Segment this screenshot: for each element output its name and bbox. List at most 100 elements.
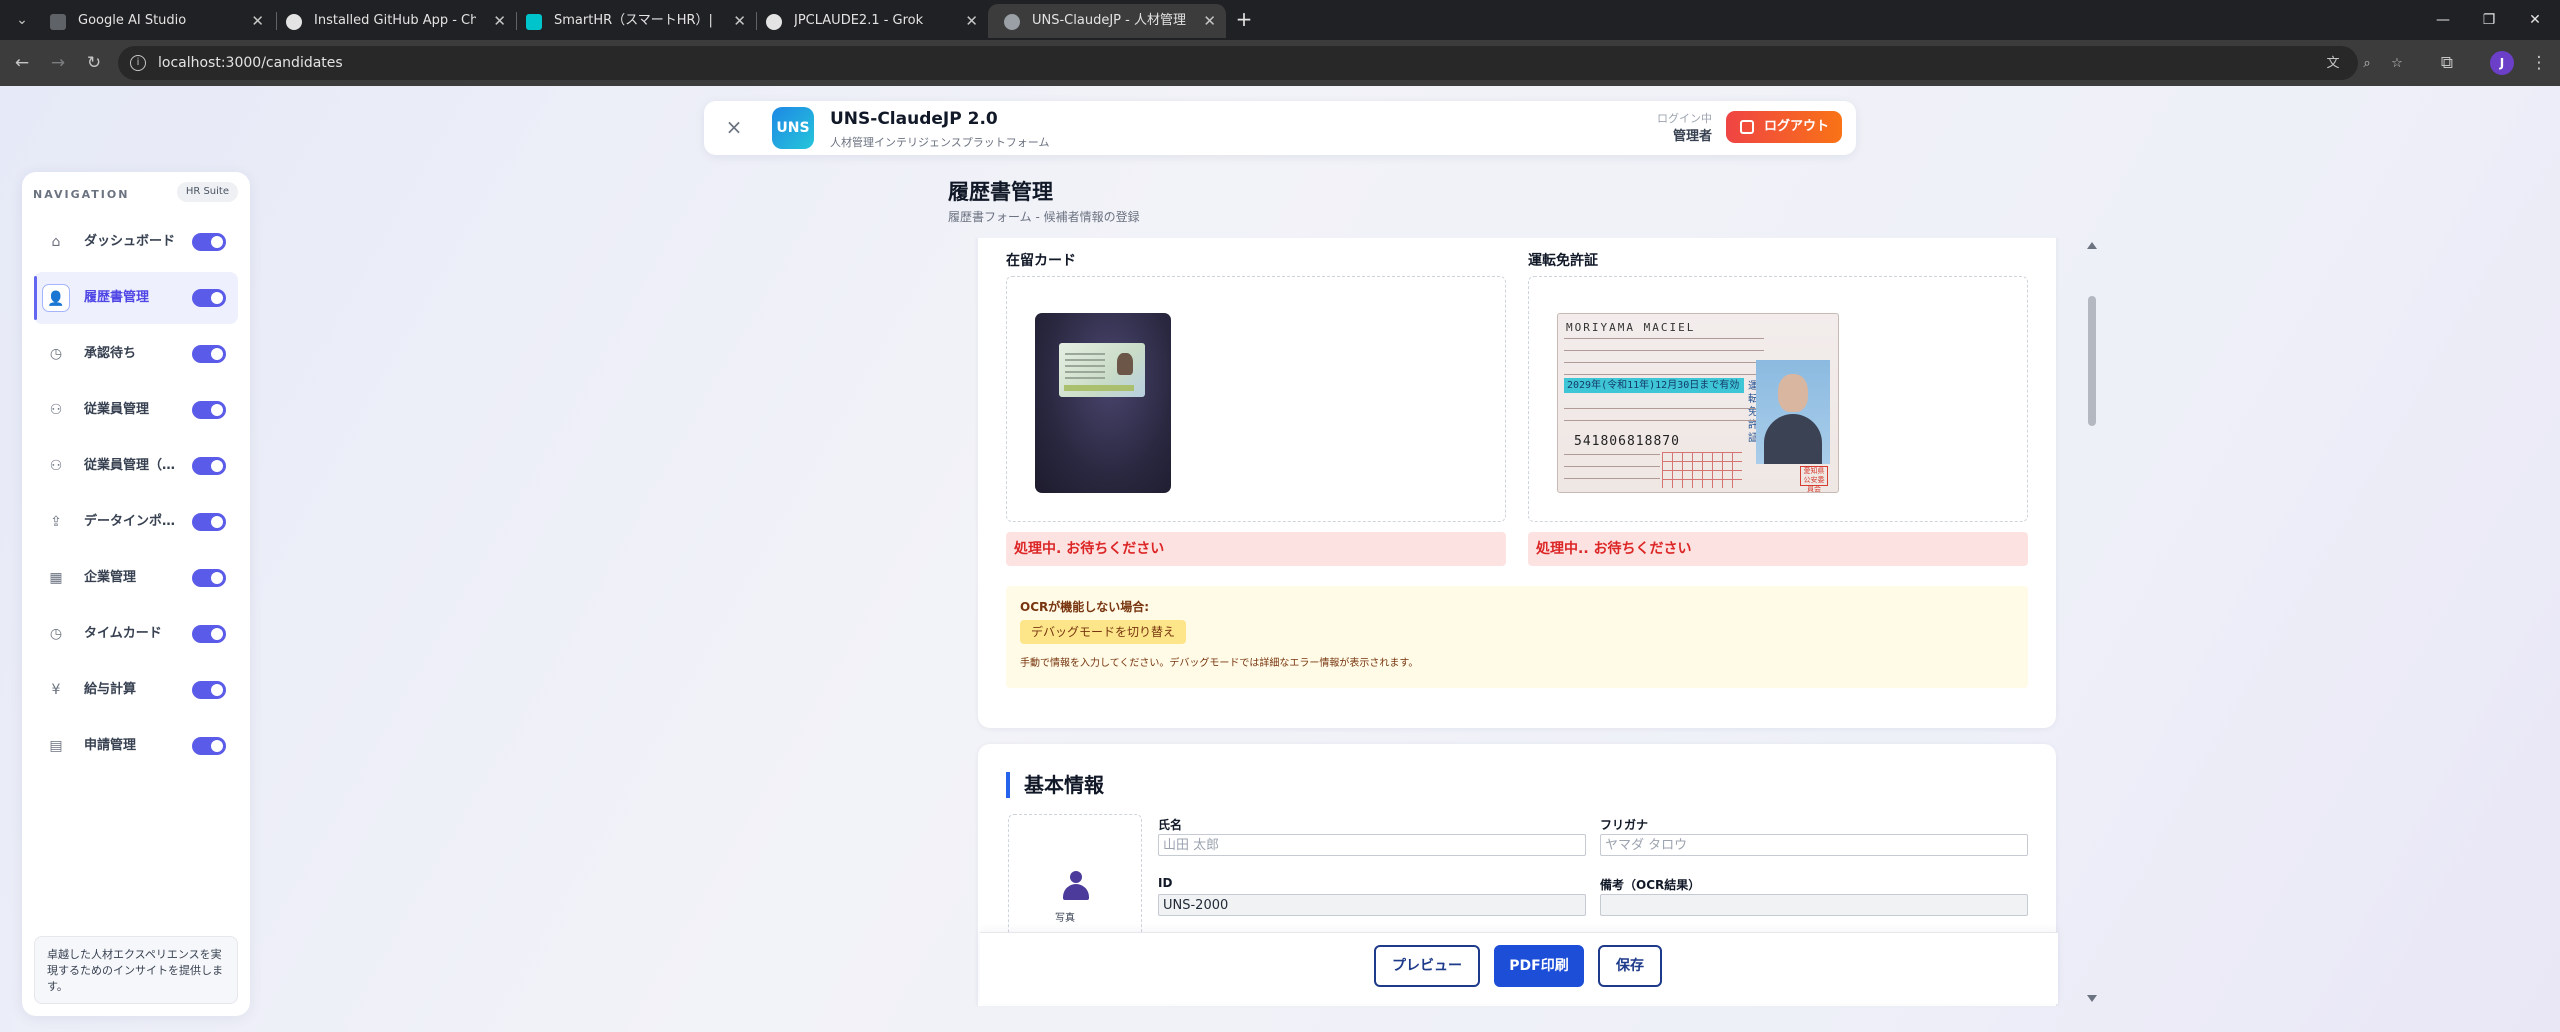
scrollbar-thumb[interactable] bbox=[2088, 296, 2096, 426]
sidebar-item-label: 企業管理 bbox=[84, 570, 137, 585]
close-tab-icon[interactable]: ✕ bbox=[733, 4, 746, 38]
new-tab-plus-icon[interactable]: + bbox=[1232, 8, 1256, 32]
grok-favicon-icon bbox=[766, 14, 782, 30]
sidebar-toggle[interactable] bbox=[192, 513, 226, 531]
sidebar-item-requests[interactable]: ▤ 申請管理 bbox=[34, 720, 238, 772]
sidebar: NAVIGATION HR Suite ⌂ ダッシュボード 👤 履歴書管理 ◷ … bbox=[22, 172, 250, 1016]
remarks-field[interactable] bbox=[1600, 894, 2028, 916]
zairyu-card-image bbox=[1035, 313, 1171, 493]
license-stamp: 愛知県公安委員会 bbox=[1800, 466, 1828, 492]
license-name-text: MORIYAMA MACIEL bbox=[1566, 321, 1696, 334]
zairyu-processing-status: 処理中. お待ちください bbox=[1006, 532, 1506, 566]
extensions-puzzle-icon[interactable]: ⧉ bbox=[2436, 52, 2458, 74]
sidebar-toggle[interactable] bbox=[192, 457, 226, 475]
current-user: 管理者 bbox=[1672, 129, 1712, 144]
tab-title: Installed GitHub App - ChatGPT bbox=[314, 13, 476, 28]
user-plus-icon: 👤 bbox=[42, 284, 70, 312]
address-bar[interactable]: i localhost:3000/candidates 文 ⌕ ☆ bbox=[118, 46, 2403, 80]
sidebar-item-resumes[interactable]: 👤 履歴書管理 bbox=[34, 272, 238, 324]
minimize-window-icon[interactable]: — bbox=[2420, 0, 2466, 40]
browser-tab[interactable]: Google AI Studio ✕ bbox=[34, 4, 274, 38]
sidebar-toggle[interactable] bbox=[192, 345, 226, 363]
close-tab-icon[interactable]: ✕ bbox=[493, 4, 506, 38]
sidebar-item-timecard[interactable]: ◷ タイムカード bbox=[34, 608, 238, 660]
license-label: 運転免許証 bbox=[1528, 253, 1598, 269]
logout-button[interactable]: ログアウト bbox=[1726, 111, 1842, 143]
form-scroll-area[interactable]: 在留カード 運転免許証 MORIYAMA MACIEL 2029年(令和11年)… bbox=[948, 238, 2060, 1006]
sidebar-toggle[interactable] bbox=[192, 233, 226, 251]
sidebar-item-employees[interactable]: ⚇ 従業員管理 bbox=[34, 384, 238, 436]
browser-menu-icon[interactable]: ⋮ bbox=[2528, 52, 2550, 74]
document-icon: ▤ bbox=[49, 738, 63, 754]
logout-label: ログアウト bbox=[1764, 119, 1830, 134]
sidebar-item-payroll[interactable]: ¥ 給与計算 bbox=[34, 664, 238, 716]
id-field[interactable] bbox=[1158, 894, 1586, 916]
preview-button[interactable]: プレビュー bbox=[1374, 945, 1480, 987]
sidebar-item-pending-approval[interactable]: ◷ 承認待ち bbox=[34, 328, 238, 380]
clock-icon: ◷ bbox=[49, 346, 63, 362]
tab-title: Google AI Studio bbox=[78, 13, 187, 28]
sidebar-item-data-import[interactable]: ⇪ データインポート bbox=[34, 496, 238, 548]
ocr-notice-title: OCRが機能しない場合: bbox=[1020, 600, 1150, 614]
furigana-input[interactable] bbox=[1600, 834, 2028, 856]
bookmark-star-icon[interactable]: ☆ bbox=[2388, 55, 2406, 73]
browser-tab[interactable]: SmartHR（スマートHR）| シェアNo.1 ✕ bbox=[510, 4, 756, 38]
sidebar-item-label: 給与計算 bbox=[84, 682, 137, 697]
license-expiry-text: 2029年(令和11年)12月30日まで有効 bbox=[1564, 378, 1744, 393]
url-text[interactable]: localhost:3000/candidates bbox=[158, 46, 343, 80]
save-button[interactable]: 保存 bbox=[1598, 945, 1662, 987]
remarks-label: 備考（OCR結果） bbox=[1600, 878, 1701, 892]
close-menu-icon[interactable]: × bbox=[722, 115, 746, 139]
sidebar-item-label: 従業員管理（派遣） bbox=[84, 458, 176, 473]
sidebar-item-label: ダッシュボード bbox=[84, 234, 176, 249]
browser-tab[interactable]: Installed GitHub App - ChatGPT ✕ bbox=[270, 4, 516, 38]
browser-tab-active[interactable]: UNS-ClaudeJP - 人材管理システム ✕ bbox=[988, 4, 1226, 38]
sidebar-toggle[interactable] bbox=[192, 569, 226, 587]
close-window-icon[interactable]: ✕ bbox=[2512, 0, 2558, 40]
tab-search-chevron-icon[interactable]: ⌄ bbox=[12, 10, 32, 30]
translate-icon[interactable]: 文 bbox=[2324, 55, 2342, 73]
section-title: 基本情報 bbox=[1006, 772, 1104, 798]
sidebar-badge: HR Suite bbox=[176, 182, 238, 202]
users-icon: ⚇ bbox=[49, 458, 63, 474]
scroll-down-arrow-icon[interactable] bbox=[2087, 995, 2097, 1002]
page-scrollbar[interactable] bbox=[2084, 238, 2100, 1006]
debug-mode-toggle-button[interactable]: デバッグモードを切り替え bbox=[1020, 620, 1187, 644]
tab-title: JPCLAUDE2.1 - Grok bbox=[794, 13, 924, 28]
sidebar-toggle[interactable] bbox=[192, 737, 226, 755]
close-tab-icon[interactable]: ✕ bbox=[1203, 4, 1216, 38]
zairyu-card-dropzone[interactable] bbox=[1006, 276, 1506, 522]
name-input[interactable] bbox=[1158, 834, 1586, 856]
zoom-icon[interactable]: ⌕ bbox=[2358, 55, 2376, 73]
app-logo: UNS bbox=[772, 107, 814, 149]
sidebar-item-dashboard[interactable]: ⌂ ダッシュボード bbox=[34, 216, 238, 268]
back-arrow-icon[interactable]: ← bbox=[11, 52, 33, 74]
ocr-notice-text: 手動で情報を入力してください。デバッグモードでは詳細なエラー情報が表示されます。 bbox=[1020, 658, 1419, 669]
close-tab-icon[interactable]: ✕ bbox=[965, 4, 978, 38]
sidebar-toggle[interactable] bbox=[192, 681, 226, 699]
sidebar-item-label: データインポート bbox=[84, 514, 176, 529]
photo-label: 写真 bbox=[1055, 913, 1075, 924]
pdf-print-button[interactable]: PDF印刷 bbox=[1494, 945, 1584, 987]
license-dropzone[interactable]: MORIYAMA MACIEL 2029年(令和11年)12月30日まで有効 運… bbox=[1528, 276, 2028, 522]
close-tab-icon[interactable]: ✕ bbox=[251, 4, 264, 38]
name-label: 氏名 bbox=[1158, 818, 1183, 832]
yen-icon: ¥ bbox=[51, 682, 61, 698]
app-title: UNS-ClaudeJP 2.0 bbox=[830, 109, 998, 129]
reload-icon[interactable]: ↻ bbox=[83, 52, 105, 74]
profile-avatar[interactable]: J bbox=[2490, 51, 2514, 75]
sidebar-toggle[interactable] bbox=[192, 289, 226, 307]
sidebar-item-employees-dispatch[interactable]: ⚇ 従業員管理（派遣） bbox=[34, 440, 238, 492]
sidebar-toggle[interactable] bbox=[192, 401, 226, 419]
scroll-up-arrow-icon[interactable] bbox=[2087, 242, 2097, 249]
upload-icon: ⇪ bbox=[50, 514, 62, 530]
tab-title: UNS-ClaudeJP - 人材管理システム bbox=[1032, 13, 1186, 28]
restore-window-icon[interactable]: ❐ bbox=[2466, 0, 2512, 40]
sidebar-toggle[interactable] bbox=[192, 625, 226, 643]
sidebar-item-companies[interactable]: ▦ 企業管理 bbox=[34, 552, 238, 604]
browser-tab[interactable]: JPCLAUDE2.1 - Grok ✕ bbox=[750, 4, 988, 38]
forward-arrow-icon[interactable]: → bbox=[47, 52, 69, 74]
site-info-icon[interactable]: i bbox=[130, 55, 146, 71]
building-icon: ▦ bbox=[49, 570, 63, 586]
sidebar-footer: 卓越した人材エクスペリエンスを実現するためのインサイトを提供します。 bbox=[34, 936, 238, 1004]
